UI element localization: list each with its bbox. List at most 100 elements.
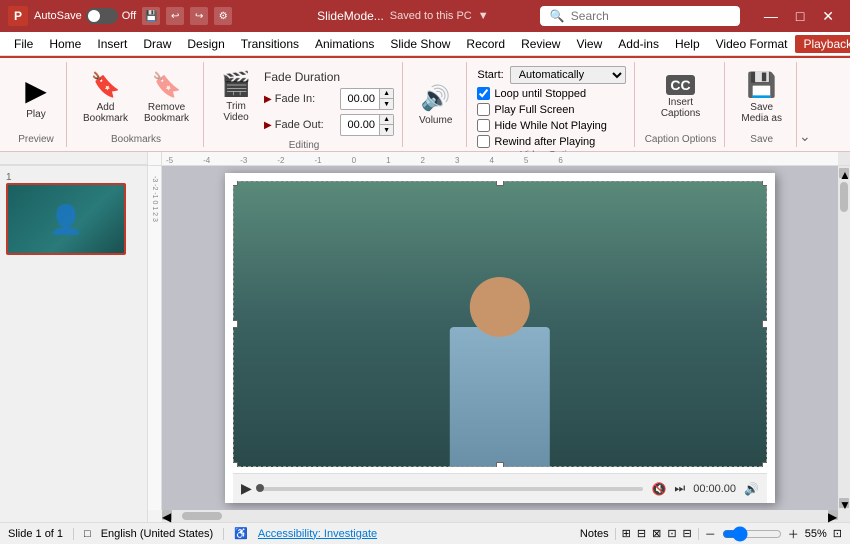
scroll-right-btn[interactable]: ▶ (828, 510, 838, 520)
ribbon-expand[interactable]: ⌄ (799, 62, 811, 147)
ruler-tick-neg5: -5 (166, 156, 173, 165)
fade-in-label: ▶ Fade In: (264, 93, 336, 105)
horizontal-scrollbar[interactable]: ◀ ▶ (162, 510, 850, 522)
slide-item-1[interactable]: 1 👤 (6, 172, 141, 255)
slide-number: 1 (6, 172, 12, 183)
save-icon[interactable]: 💾 (142, 7, 160, 25)
save-media-icon: 💾 (747, 71, 777, 100)
title-bar: P AutoSave Off 💾 ↩ ↪ ⚙ SlideMode... Save… (0, 0, 850, 32)
undo-icon[interactable]: ↩ (166, 7, 184, 25)
status-divider-2 (223, 528, 224, 540)
slide-thumb-wrapper: 1 👤 (6, 172, 126, 255)
menu-home[interactable]: Home (41, 35, 89, 53)
loop-row[interactable]: Loop until Stopped (477, 87, 625, 100)
fade-in-input[interactable] (341, 92, 379, 106)
redo-icon[interactable]: ↪ (190, 7, 208, 25)
menu-playback[interactable]: Playback (795, 35, 850, 53)
normal-view-icon[interactable]: ⊞ (622, 527, 631, 540)
maximize-button[interactable]: □ (788, 8, 812, 25)
fit-slide-icon[interactable]: ⊡ (833, 527, 842, 540)
menu-help[interactable]: Help (667, 35, 708, 53)
presenter-view-icon[interactable]: ⊟ (683, 527, 692, 540)
menu-video-format[interactable]: Video Format (708, 35, 796, 53)
fade-in-up[interactable]: ▲ (379, 89, 393, 99)
video-fullscreen-icon[interactable]: 🔊 (744, 482, 759, 496)
save-media-button[interactable]: 💾 SaveMedia as (735, 67, 788, 128)
notes-btn[interactable]: Notes (580, 528, 609, 540)
menu-file[interactable]: File (6, 35, 41, 53)
add-bookmark-button[interactable]: 🔖 AddBookmark (77, 67, 134, 128)
slide-sorter-icon[interactable]: ⊠ (652, 527, 661, 540)
fade-out-input[interactable] (341, 118, 379, 132)
minimize-button[interactable]: — (756, 8, 786, 25)
accessibility[interactable]: Accessibility: Investigate (258, 528, 377, 540)
fade-out-down[interactable]: ▼ (379, 125, 393, 135)
volume-button[interactable]: 🔊 Volume (413, 80, 458, 130)
rewind-row[interactable]: Rewind after Playing (477, 135, 625, 148)
trim-video-button[interactable]: 🎬 TrimVideo (214, 66, 258, 127)
h-scroll-thumb[interactable] (182, 512, 222, 520)
insert-captions-button[interactable]: CC InsertCaptions (655, 71, 706, 123)
hide-row[interactable]: Hide While Not Playing (477, 119, 625, 132)
play-full-screen-checkbox[interactable] (477, 103, 490, 116)
customize-icon[interactable]: ⚙ (214, 7, 232, 25)
language: English (United States) (101, 528, 214, 540)
menu-slide-show[interactable]: Slide Show (382, 35, 458, 53)
reading-view-icon[interactable]: ⊡ (667, 527, 676, 540)
video-vol-icon[interactable]: 🔇 (651, 482, 666, 496)
bookmarks-content: 🔖 AddBookmark 🔖 RemoveBookmark (77, 62, 195, 132)
scroll-track[interactable] (838, 178, 850, 498)
remove-bookmark-button[interactable]: 🔖 RemoveBookmark (138, 67, 195, 128)
video-controls: ▶ 🔇 ⏭ 00:00.00 🔊 (233, 473, 767, 503)
captions-content: CC InsertCaptions (655, 62, 706, 132)
autosave-state: Off (122, 10, 136, 22)
menu-review[interactable]: Review (513, 35, 568, 53)
menu-transitions[interactable]: Transitions (233, 35, 307, 53)
video-content (233, 181, 767, 467)
menu-draw[interactable]: Draw (135, 35, 179, 53)
search-box[interactable]: 🔍 (540, 6, 740, 26)
h-scroll-track[interactable] (172, 510, 828, 522)
start-select[interactable]: Automatically On Click When Clicked On (510, 66, 626, 84)
person-figure (340, 238, 660, 467)
ruler-v-ticks: -3 -2 -1 0 1 2 3 (151, 176, 158, 222)
play-button[interactable]: ▶ Play (14, 70, 58, 124)
scroll-up-btn[interactable]: ▲ (839, 168, 849, 178)
video-play-icon[interactable]: ▶ (241, 480, 252, 497)
vertical-scrollbar[interactable]: ▲ ▼ (838, 166, 850, 510)
fade-in-down[interactable]: ▼ (379, 99, 393, 109)
autosave-toggle[interactable] (86, 8, 118, 24)
scroll-down-btn[interactable]: ▼ (839, 498, 849, 508)
menu-view[interactable]: View (568, 35, 610, 53)
zoom-out-icon[interactable]: － (705, 526, 716, 542)
close-button[interactable]: ✕ (814, 8, 842, 25)
menu-insert[interactable]: Insert (89, 35, 135, 53)
video-progress-bar[interactable] (260, 487, 644, 491)
menu-record[interactable]: Record (458, 35, 513, 53)
hide-checkbox[interactable] (477, 119, 490, 132)
slide-thumbnail[interactable]: 👤 (6, 183, 126, 255)
fade-out-up[interactable]: ▲ (379, 115, 393, 125)
slide-canvas[interactable]: ▶ 🔇 ⏭ 00:00.00 🔊 (225, 173, 775, 503)
menu-design[interactable]: Design (179, 35, 232, 53)
scroll-left-btn[interactable]: ◀ (162, 510, 172, 520)
search-input[interactable] (571, 9, 721, 23)
video-skip-icon[interactable]: ⏭ (674, 481, 685, 496)
menu-animations[interactable]: Animations (307, 35, 382, 53)
play-full-screen-row[interactable]: Play Full Screen (477, 103, 625, 116)
start-row: Start: Automatically On Click When Click… (477, 66, 625, 84)
rewind-checkbox[interactable] (477, 135, 490, 148)
slide-thumb-bg: 👤 (8, 185, 124, 253)
menu-add-ins[interactable]: Add-ins (610, 35, 667, 53)
scroll-thumb[interactable] (840, 182, 848, 212)
ruler-corner (0, 152, 148, 165)
autosave-label: AutoSave (34, 10, 82, 22)
loop-checkbox[interactable] (477, 87, 490, 100)
zoom-in-icon[interactable]: ＋ (788, 526, 799, 542)
zoom-slider[interactable] (722, 526, 782, 542)
shirt (450, 327, 550, 467)
video-progress-thumb[interactable] (256, 484, 264, 492)
saved-arrow[interactable]: ▼ (478, 10, 489, 22)
outline-view-icon[interactable]: ⊟ (637, 527, 646, 540)
zoom-level[interactable]: 55% (805, 528, 827, 540)
